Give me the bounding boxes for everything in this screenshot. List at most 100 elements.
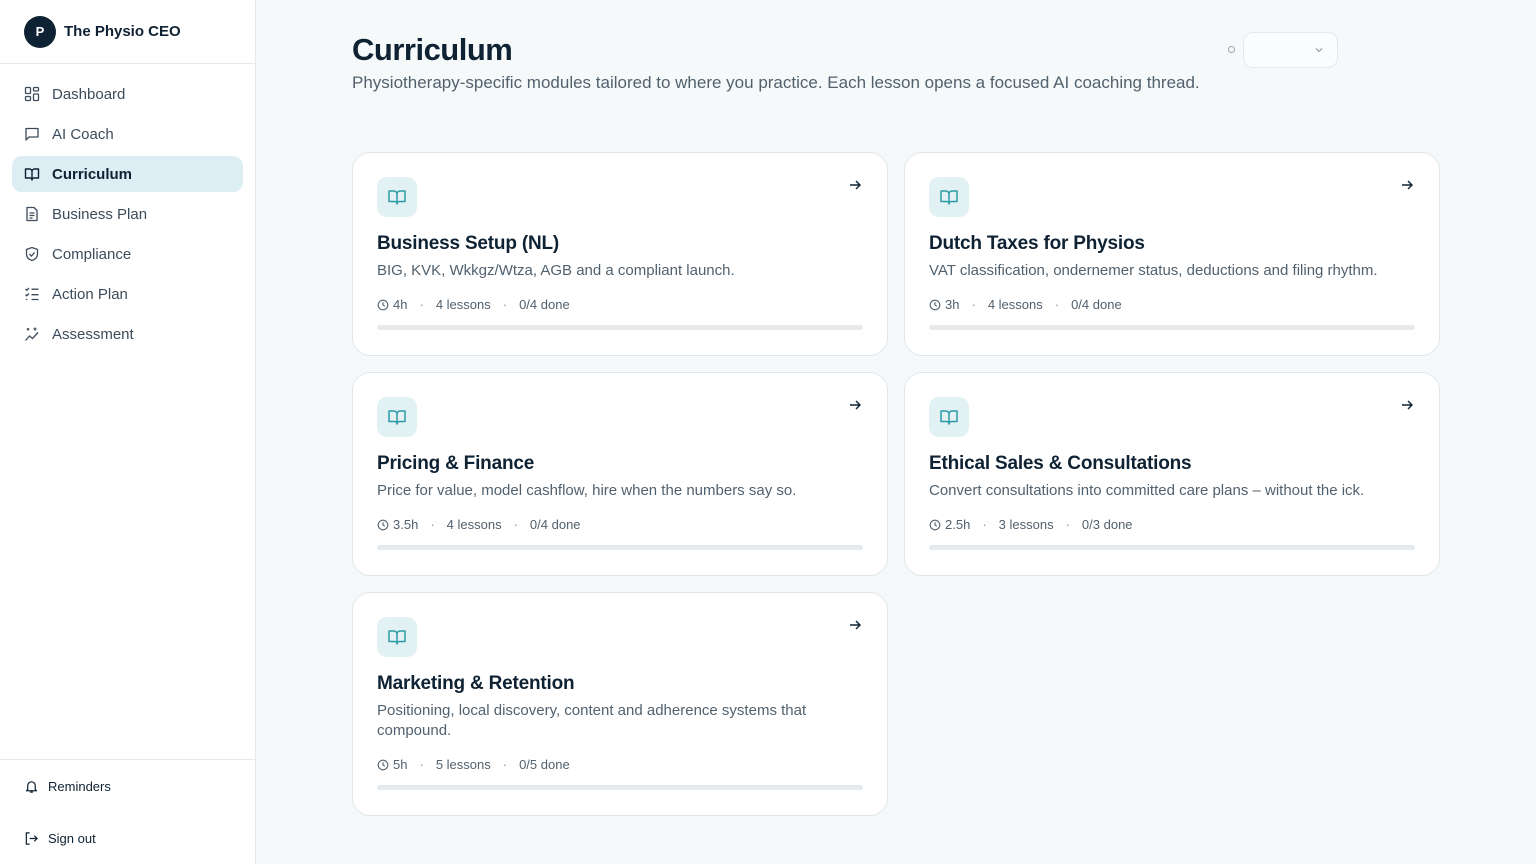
- meta-separator: ·: [502, 297, 508, 312]
- card-done: 0/3 done: [1081, 517, 1133, 532]
- arrow-right-icon: [850, 620, 861, 630]
- module-card-marketing-retention[interactable]: Marketing & Retention Positioning, local…: [352, 592, 888, 816]
- card-title: Marketing & Retention: [377, 673, 575, 694]
- card-hours: 3.5h: [393, 517, 419, 532]
- card-meta: 2.5h · 3 lessons · 0/3 done: [929, 517, 1133, 532]
- card-hours: 3h: [945, 297, 960, 312]
- card-meta: 3h · 4 lessons · 0/4 done: [929, 297, 1122, 312]
- card-hours: 4h: [393, 297, 408, 312]
- arrow-right-icon: [1402, 180, 1413, 190]
- meta-separator: ·: [430, 517, 435, 532]
- card-title: Dutch Taxes for Physios: [929, 233, 1145, 254]
- card-icon: [377, 397, 417, 437]
- card-meta: 4h · 4 lessons · 0/4 done: [377, 297, 570, 312]
- chat-icon: [25, 127, 39, 141]
- sidebar-item-label: Assessment: [52, 325, 134, 343]
- meta-separator: ·: [1065, 517, 1070, 532]
- card-done: 0/4 done: [529, 517, 581, 532]
- meta-separator: ·: [502, 757, 508, 772]
- card-progress-bar: [929, 325, 1415, 330]
- card-lessons: 3 lessons: [998, 517, 1054, 532]
- sidebar-item-action-plan[interactable]: Action Plan: [12, 276, 243, 312]
- sidebar-item-assessment[interactable]: Assessment: [12, 316, 243, 352]
- card-description: Price for value, model cashflow, hire wh…: [377, 482, 797, 499]
- sidebar-item-curriculum[interactable]: Curriculum: [12, 156, 243, 192]
- brand-name: The Physio CEO: [64, 23, 181, 40]
- card-meta: 3.5h · 4 lessons · 0/4 done: [377, 517, 581, 532]
- card-hours: 5h: [393, 757, 408, 772]
- reminders-label: Reminders: [48, 778, 111, 794]
- arrow-right-icon: [850, 400, 861, 410]
- sidebar-item-label: Compliance: [52, 245, 132, 263]
- brand[interactable]: P The Physio CEO: [0, 0, 255, 64]
- card-done: 0/4 done: [1071, 297, 1122, 312]
- card-progress-bar: [377, 785, 863, 790]
- globe-icon: [1228, 46, 1235, 53]
- page-subtitle: Physiotherapy-specific modules tailored …: [352, 73, 1200, 92]
- sidebar-footer: Reminders Sign out: [0, 759, 255, 864]
- sidebar-item-dashboard[interactable]: Dashboard: [12, 76, 243, 112]
- book-icon: [24, 168, 40, 181]
- sign-out-label: Sign out: [48, 830, 96, 846]
- dashboard-icon: [24, 86, 40, 102]
- arrow-right-icon: [1402, 400, 1413, 410]
- sidebar-item-label: Action Plan: [52, 285, 128, 303]
- card-done: 0/5 done: [519, 757, 570, 772]
- book-icon: [388, 410, 406, 425]
- card-progress-bar: [377, 545, 863, 550]
- checklist-icon: [25, 287, 39, 301]
- page-title: Curriculum: [352, 32, 513, 67]
- chevron-down-icon: [1315, 48, 1323, 53]
- meta-separator: ·: [513, 517, 518, 532]
- reminders-button[interactable]: Reminders: [0, 760, 255, 812]
- card-icon: [929, 177, 969, 217]
- card-title: Pricing & Finance: [377, 453, 535, 474]
- document-icon: [26, 206, 38, 222]
- sidebar-item-label: Business Plan: [52, 205, 148, 223]
- meta-separator: ·: [1054, 297, 1060, 312]
- language-select[interactable]: [1243, 32, 1338, 68]
- sidebar-item-business-plan[interactable]: Business Plan: [12, 196, 243, 232]
- book-icon: [388, 630, 406, 645]
- clock-icon: [377, 299, 389, 310]
- card-lessons: 5 lessons: [435, 757, 491, 772]
- book-icon: [940, 410, 958, 425]
- clock-icon: [377, 519, 389, 530]
- sidebar-item-compliance[interactable]: Compliance: [12, 236, 243, 272]
- card-title: Ethical Sales & Consultations: [929, 453, 1192, 474]
- card-title: Business Setup (NL): [377, 233, 559, 254]
- card-progress-bar: [929, 545, 1415, 550]
- card-done: 0/4 done: [519, 297, 570, 312]
- sidebar-item-label: Curriculum: [52, 165, 133, 183]
- meta-separator: ·: [971, 297, 976, 312]
- card-progress-bar: [377, 325, 863, 330]
- card-lessons: 4 lessons: [435, 297, 491, 312]
- sidebar-item-ai-coach[interactable]: AI Coach: [12, 116, 243, 152]
- meta-separator: ·: [982, 517, 987, 532]
- sign-out-button[interactable]: Sign out: [0, 812, 255, 864]
- sparkle-chart-icon: [25, 327, 39, 341]
- bell-icon: [25, 780, 38, 793]
- book-icon: [940, 190, 958, 205]
- sidebar-item-label: AI Coach: [52, 125, 114, 143]
- card-description: BIG, KVK, Wkkgz/Wtza, AGB and a complian…: [377, 262, 735, 279]
- card-lessons: 4 lessons: [446, 517, 502, 532]
- sidebar: P The Physio CEO Dashboard AI Coach Curr…: [0, 0, 256, 864]
- module-card-dutch-taxes[interactable]: Dutch Taxes for Physios VAT classificati…: [904, 152, 1440, 356]
- card-lessons: 4 lessons: [987, 297, 1043, 312]
- card-description: Convert consultations into committed car…: [929, 482, 1365, 499]
- module-card-ethical-sales[interactable]: Ethical Sales & Consultations Convert co…: [904, 372, 1440, 576]
- module-card-business-setup[interactable]: Business Setup (NL) BIG, KVK, Wkkgz/Wtza…: [352, 152, 888, 356]
- clock-icon: [929, 299, 941, 310]
- brand-avatar: P: [24, 15, 56, 48]
- card-description: Positioning, local discovery, content an…: [377, 702, 807, 739]
- card-icon: [377, 177, 417, 217]
- clock-icon: [929, 519, 941, 530]
- card-meta: 5h · 5 lessons · 0/5 done: [377, 757, 570, 772]
- book-icon: [388, 190, 406, 205]
- shield-icon: [25, 246, 39, 262]
- clock-icon: [377, 759, 389, 770]
- card-icon: [929, 397, 969, 437]
- sign-out-icon: [25, 831, 38, 845]
- module-card-pricing-finance[interactable]: Pricing & Finance Price for value, model…: [352, 372, 888, 576]
